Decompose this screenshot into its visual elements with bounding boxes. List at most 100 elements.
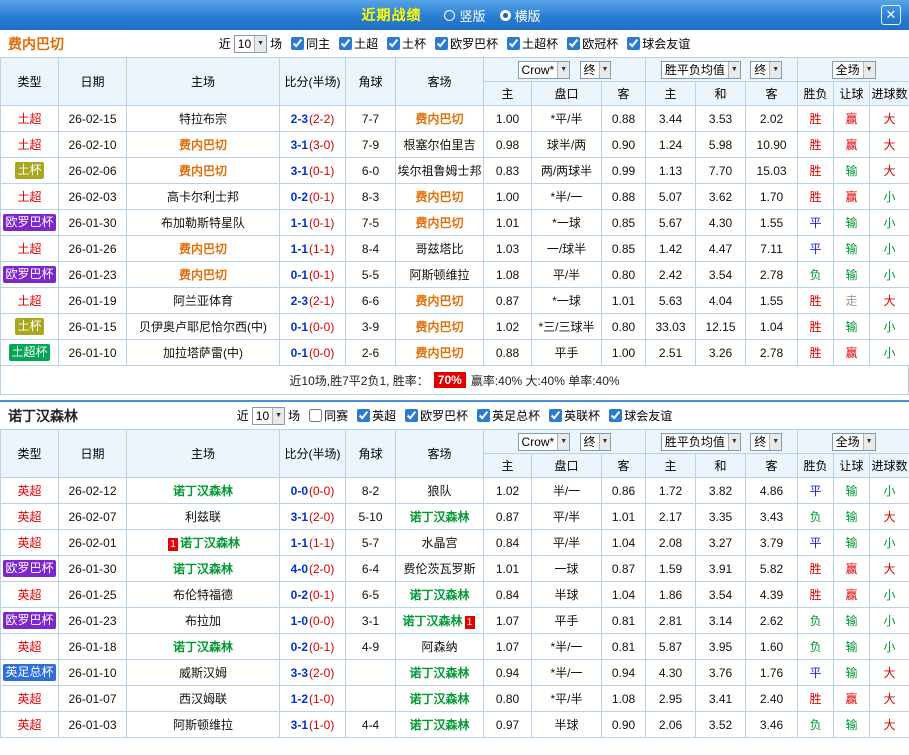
filter-checkbox-土超杯[interactable]: 土超杯 xyxy=(507,35,558,52)
filter-checkbox-欧罗巴杯[interactable]: 欧罗巴杯 xyxy=(435,35,498,52)
avg-home-cell: 5.87 xyxy=(645,633,697,660)
score-cell: 3-1(2-0) xyxy=(279,503,346,530)
home-water-cell: 1.00 xyxy=(483,183,532,210)
avg-away-cell: 7.11 xyxy=(745,235,799,262)
halftime-score: (1-1) xyxy=(309,241,335,256)
handicap-cell: 平手 xyxy=(531,607,602,634)
checkbox-input[interactable] xyxy=(435,37,449,50)
filter-checkbox-同赛[interactable]: 同赛 xyxy=(309,407,348,424)
home-team-name: 诺丁汉森林 xyxy=(172,562,233,576)
checkbox-input[interactable] xyxy=(405,409,419,422)
team-1-rows: 土超 26-02-15 特拉布宗 2-3(2-2) 7-7 费内巴切 1.00 *平/半 0.8… xyxy=(0,105,909,366)
summary-text-after: 赢率:40% 大:40% 单率:40% xyxy=(470,373,620,388)
col-odds-away: 客 xyxy=(600,81,647,106)
away-team-cell: 费内巴切 xyxy=(395,183,484,210)
home-team-cell: 加拉塔萨雷(中) xyxy=(126,339,280,366)
checkbox-input[interactable] xyxy=(339,37,353,50)
home-team-name: 布拉加 xyxy=(184,614,221,628)
match-row: 土杯 26-02-06 费内巴切 3-1(0-1) 6-0 埃尔祖鲁姆士邦 0.83 两/两球… xyxy=(0,157,909,184)
home-team-cell: 布加勒斯特星队 xyxy=(126,209,280,236)
halftime-score: (2-0) xyxy=(309,561,335,576)
filter-checkbox-英超[interactable]: 英超 xyxy=(357,407,396,424)
filter-checkbox-球会友谊[interactable]: 球会友谊 xyxy=(609,407,672,424)
halftime-score: (2-2) xyxy=(309,111,335,126)
checkbox-input[interactable] xyxy=(507,37,521,50)
score-cell: 1-1(1-1) xyxy=(279,529,346,556)
league-cell: 土超 xyxy=(0,105,59,132)
checkbox-input[interactable] xyxy=(357,409,371,422)
league-cell: 欧罗巴杯 xyxy=(0,607,59,634)
score-cell: 1-1(1-1) xyxy=(279,235,346,262)
checkbox-input[interactable] xyxy=(609,409,623,422)
home-water-cell: 0.84 xyxy=(483,581,532,608)
away-team-cell: 费伦茨瓦罗斯 xyxy=(395,555,484,582)
scope-select[interactable]: 全场 ▼ xyxy=(831,60,876,79)
league-label: 土超 xyxy=(17,112,42,126)
filter-checkbox-同主[interactable]: 同主 xyxy=(291,35,330,52)
view-mode-radio-竖版[interactable]: 竖版 xyxy=(444,6,486,25)
home-team-name: 威斯汉姆 xyxy=(178,666,227,680)
matches-label: 场 xyxy=(270,37,283,51)
filter-checkbox-土超[interactable]: 土超 xyxy=(339,35,378,52)
checkbox-input[interactable] xyxy=(291,37,305,50)
date-cell: 26-02-10 xyxy=(58,131,127,158)
date-cell: 26-02-01 xyxy=(58,529,127,556)
match-row: 土杯 26-01-15 贝伊奥卢耶尼恰尔西(中) 0-1(0-0) 3-9 费内巴切 1.0… xyxy=(0,313,909,340)
odds-final-select[interactable]: 终 ▼ xyxy=(579,432,612,451)
corner-cell: 3-1 xyxy=(345,607,396,634)
odds-final-select[interactable]: 终 ▼ xyxy=(579,60,612,79)
odds-source-select[interactable]: Crow* ▼ xyxy=(517,432,571,451)
league-cell: 英超 xyxy=(0,477,59,504)
checkbox-input[interactable] xyxy=(477,409,491,422)
away-team-cell: 费内巴切 xyxy=(395,287,484,314)
filter-checkbox-欧冠杯[interactable]: 欧冠杯 xyxy=(567,35,618,52)
checkbox-input[interactable] xyxy=(309,409,323,422)
filter-checkbox-欧罗巴杯[interactable]: 欧罗巴杯 xyxy=(405,407,468,424)
odds-source-select[interactable]: Crow* ▼ xyxy=(517,60,571,79)
match-row: 欧罗巴杯 26-01-23 费内巴切 0-1(0-1) 5-5 阿斯顿维拉 1.08 平/半 0… xyxy=(0,261,909,288)
view-mode-radio-横版[interactable]: 横版 xyxy=(499,6,541,25)
avg-away-cell: 2.78 xyxy=(745,339,799,366)
avg-final-select[interactable]: 终 ▼ xyxy=(750,432,783,451)
league-cell: 欧罗巴杯 xyxy=(0,209,59,236)
match-row: 英超 26-02-07 利兹联 3-1(2-0) 5-10 诺丁汉森林 0.87 平/半 1.0… xyxy=(0,503,909,530)
avg-home-cell: 1.13 xyxy=(645,157,697,184)
filter-checkbox-球会友谊[interactable]: 球会友谊 xyxy=(627,35,690,52)
view-mode-radios: 竖版 横版 xyxy=(437,6,547,25)
near-count-select[interactable]: 10 ▼ xyxy=(233,34,268,53)
checkbox-input[interactable] xyxy=(567,37,581,50)
home-team-cell: 诺丁汉森林 xyxy=(126,477,280,504)
filter-checkbox-土杯[interactable]: 土杯 xyxy=(387,35,426,52)
checkbox-input[interactable] xyxy=(549,409,563,422)
close-icon[interactable]: ✕ xyxy=(881,5,901,25)
away-team-name: 狼队 xyxy=(427,484,452,498)
home-team-name: 特拉布宗 xyxy=(178,112,227,126)
halftime-score: (0-0) xyxy=(309,483,335,498)
filter-checkbox-英联杯[interactable]: 英联杯 xyxy=(549,407,600,424)
home-team-cell: 高卡尔利士邦 xyxy=(126,183,280,210)
scope-select[interactable]: 全场 ▼ xyxy=(831,432,876,451)
avg-final-select[interactable]: 终 ▼ xyxy=(750,60,783,79)
checkbox-input[interactable] xyxy=(387,37,401,50)
select-value: Crow* xyxy=(521,62,555,77)
avg-draw-cell: 3.52 xyxy=(695,711,747,738)
home-water-cell: 0.94 xyxy=(483,659,532,686)
away-team-name: 费内巴切 xyxy=(415,112,464,126)
fulltime-score: 2-3 xyxy=(290,293,308,308)
checkbox-input[interactable] xyxy=(627,37,641,50)
match-row: 土超 26-02-10 费内巴切 3-1(3-0) 7-9 根塞尔伯里吉 0.98 球半/两 0… xyxy=(0,131,909,158)
avg-source-select[interactable]: 胜平负均值 ▼ xyxy=(660,432,741,451)
chevron-down-icon: ▼ xyxy=(598,433,611,450)
avg-source-select[interactable]: 胜平负均值 ▼ xyxy=(660,60,741,79)
handicap-result-cell: 输 xyxy=(833,313,871,340)
near-count-select[interactable]: 10 ▼ xyxy=(251,406,286,425)
away-team-name: 费内巴切 xyxy=(415,190,464,204)
filter-checkbox-英足总杯[interactable]: 英足总杯 xyxy=(477,407,540,424)
league-cell: 英超 xyxy=(0,711,59,738)
handicap-result-cell: 输 xyxy=(833,477,871,504)
home-water-cell: 0.84 xyxy=(483,529,532,556)
handicap-cell: 平/半 xyxy=(531,529,602,556)
halftime-score: (2-0) xyxy=(309,665,335,680)
col-odds-home: 主 xyxy=(483,81,532,106)
col-avg-draw: 和 xyxy=(695,81,747,106)
